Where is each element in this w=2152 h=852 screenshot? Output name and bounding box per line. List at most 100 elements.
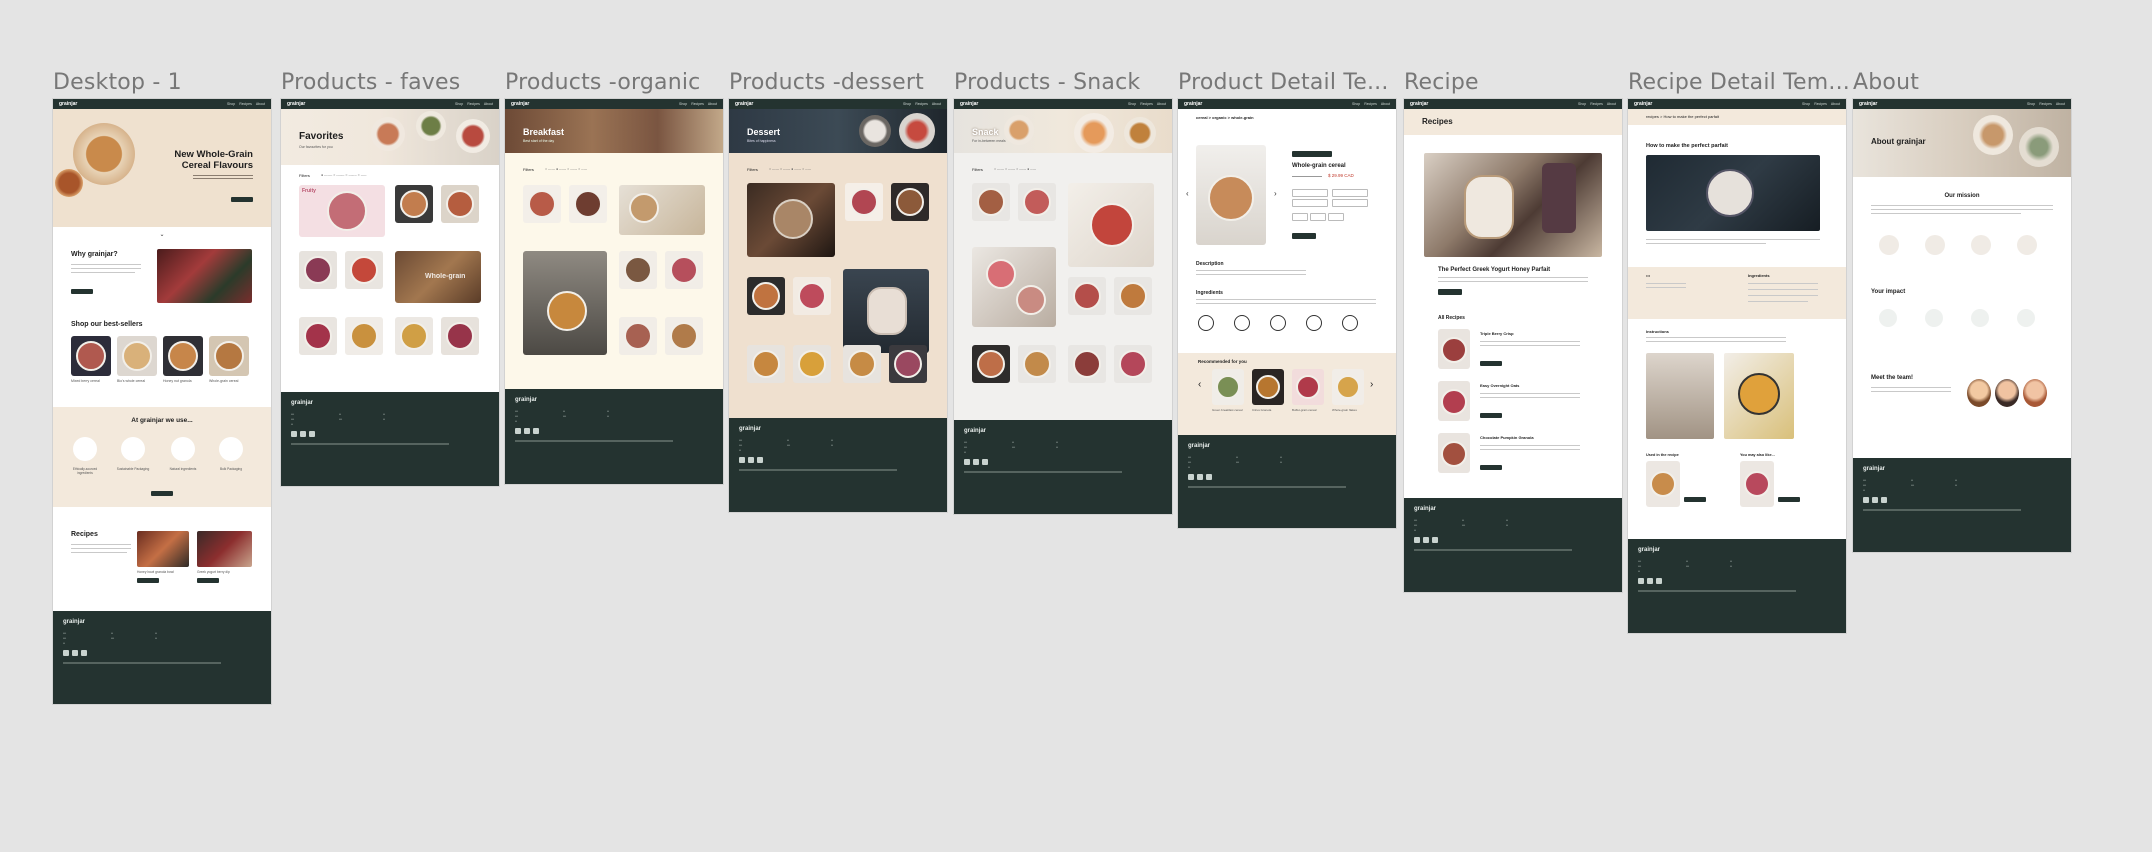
product-card[interactable] <box>793 277 831 315</box>
footer-logo[interactable]: grainjar <box>1863 466 2061 472</box>
product-card[interactable] <box>619 185 705 235</box>
frame-title[interactable]: About <box>1853 70 1919 95</box>
filter-options[interactable]: ○ ------ ○ ------ ○ ------ ● ----- <box>994 167 1036 171</box>
social-icons[interactable] <box>964 459 1162 465</box>
add-to-cart-button[interactable] <box>1292 233 1316 239</box>
product-card[interactable] <box>1292 369 1324 405</box>
learn-more-button[interactable] <box>151 491 173 496</box>
filters-label[interactable]: Filters <box>299 173 310 178</box>
social-icons[interactable] <box>739 457 937 463</box>
recipe-image[interactable] <box>137 531 189 567</box>
product-card[interactable] <box>345 317 383 355</box>
product-card[interactable] <box>1068 183 1154 267</box>
footer-logo[interactable]: grainjar <box>1188 443 1386 449</box>
product-card[interactable] <box>441 317 479 355</box>
product-card[interactable] <box>441 185 479 223</box>
shop-now-button[interactable] <box>231 197 253 202</box>
logo[interactable]: grainjar <box>1859 101 1877 107</box>
frame-title[interactable]: Products -organic <box>505 70 700 95</box>
product-card[interactable] <box>1252 369 1284 405</box>
product-card[interactable] <box>1114 345 1152 383</box>
product-card[interactable] <box>345 251 383 289</box>
breadcrumb[interactable]: cereal > organic > whole-grain <box>1196 115 1254 120</box>
product-card[interactable] <box>843 345 881 383</box>
product-card[interactable] <box>619 251 657 289</box>
footer-logo[interactable]: grainjar <box>1414 506 1612 512</box>
team-avatar[interactable] <box>2023 379 2047 407</box>
product-card[interactable] <box>209 336 249 376</box>
footer-logo[interactable]: grainjar <box>964 428 1162 434</box>
frame-title[interactable]: Product Detail Te... <box>1178 70 1389 95</box>
social-icons[interactable] <box>1863 497 2061 503</box>
product-card[interactable] <box>569 185 607 223</box>
next-arrow-icon[interactable]: › <box>1370 379 1373 390</box>
social-icons[interactable] <box>291 431 489 437</box>
breadcrumb[interactable]: recipes > How to make the perfect parfai… <box>1646 114 1719 119</box>
product-card[interactable] <box>395 317 433 355</box>
product-card[interactable] <box>523 185 561 223</box>
frame-title[interactable]: Products - faves <box>281 70 460 95</box>
logo[interactable]: grainjar <box>735 101 753 107</box>
frame-title[interactable]: Recipe <box>1404 70 1479 95</box>
recipe-thumb[interactable] <box>1438 329 1470 369</box>
view-recipe-button[interactable] <box>1480 465 1502 470</box>
product-card[interactable] <box>619 317 657 355</box>
product-card[interactable] <box>1332 369 1364 405</box>
product-card[interactable] <box>299 251 337 289</box>
next-arrow-icon[interactable]: › <box>1274 189 1277 198</box>
frame-title[interactable]: Products - Snack <box>954 70 1140 95</box>
product-card[interactable] <box>1068 345 1106 383</box>
footer-logo[interactable]: grainjar <box>739 426 937 432</box>
frame-desktop[interactable]: grainjar Shop Recipes About New Whole-Grain… <box>53 99 271 704</box>
category-tile[interactable]: Whole-grain <box>395 251 481 303</box>
view-recipe-button[interactable] <box>1480 361 1502 366</box>
footer-logo[interactable]: grainjar <box>515 397 713 403</box>
product-card[interactable] <box>1212 369 1244 405</box>
product-card[interactable] <box>1018 183 1056 221</box>
team-avatar[interactable] <box>1967 379 1991 407</box>
logo[interactable]: grainjar <box>1634 101 1652 107</box>
logo[interactable]: grainjar <box>1410 101 1428 107</box>
learn-more-button[interactable] <box>71 289 93 294</box>
frame-products-faves[interactable]: grainjar Shop Recipes About Favorites Our f… <box>281 99 499 486</box>
view-recipe-button[interactable] <box>1480 413 1502 418</box>
footer-logo[interactable]: grainjar <box>63 619 261 625</box>
featured-recipe-image[interactable] <box>1424 153 1602 257</box>
social-icons[interactable] <box>1188 474 1386 480</box>
product-card[interactable] <box>1646 461 1680 507</box>
footer-logo[interactable]: grainjar <box>291 400 489 406</box>
frame-title[interactable]: Recipe Detail Tem... <box>1628 70 1850 95</box>
product-card[interactable] <box>1018 345 1056 383</box>
filters-label[interactable]: Filters <box>972 167 983 172</box>
product-card[interactable] <box>891 183 929 221</box>
nav-links[interactable]: Shop Recipes About <box>2027 102 2065 106</box>
product-card[interactable] <box>665 251 703 289</box>
nav-links[interactable]: Shop Recipes About <box>903 102 941 106</box>
social-icons[interactable] <box>1638 578 1836 584</box>
frame-about[interactable]: grainjar Shop Recipes About About grainjar … <box>1853 99 2071 552</box>
product-card[interactable] <box>163 336 203 376</box>
product-card[interactable] <box>845 183 883 221</box>
product-card[interactable] <box>972 247 1056 327</box>
frame-title[interactable]: Products -dessert <box>729 70 924 95</box>
product-card[interactable] <box>1068 277 1106 315</box>
frame-product-detail[interactable]: grainjar Shop Recipes About cereal > organi… <box>1178 99 1396 528</box>
shop-button[interactable] <box>1684 497 1706 502</box>
product-card[interactable] <box>71 336 111 376</box>
logo[interactable]: grainjar <box>511 101 529 107</box>
social-icons[interactable] <box>63 650 261 656</box>
product-card[interactable] <box>747 277 785 315</box>
product-card[interactable] <box>889 345 927 383</box>
product-card[interactable] <box>972 183 1010 221</box>
frame-products-snack[interactable]: grainjar Shop Recipes About Snack For in-be… <box>954 99 1172 514</box>
product-card[interactable] <box>665 317 703 355</box>
category-tile[interactable]: Fruity <box>299 185 385 237</box>
view-recipe-button[interactable] <box>197 578 219 583</box>
nav-links[interactable]: Shop Recipes About <box>227 102 265 106</box>
frame-recipe[interactable]: grainjar Shop Recipes About Recipes The Per… <box>1404 99 1622 592</box>
logo[interactable]: grainjar <box>960 101 978 107</box>
view-recipe-button[interactable] <box>1778 497 1800 502</box>
product-card[interactable] <box>117 336 157 376</box>
nav-links[interactable]: Shop Recipes About <box>679 102 717 106</box>
nav-links[interactable]: Shop Recipes About <box>1802 102 1840 106</box>
